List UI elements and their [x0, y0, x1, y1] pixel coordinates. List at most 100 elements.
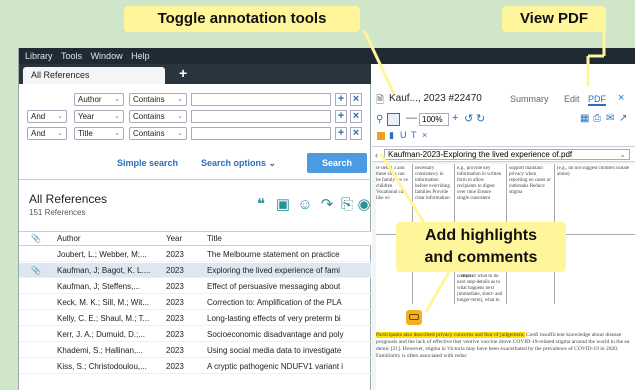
- title-cell: Using social media data to investigate: [207, 346, 342, 355]
- title-cell: Exploring the lived experience of fami: [207, 266, 340, 275]
- note-icon[interactable]: ▮: [389, 130, 394, 141]
- email-icon[interactable]: ✉: [606, 113, 614, 124]
- text-icon[interactable]: T: [411, 130, 417, 140]
- save-icon[interactable]: ▦: [580, 113, 589, 124]
- table-header: 📎 Author Year Title: [19, 231, 371, 246]
- search-button[interactable]: Search: [307, 153, 367, 173]
- print-icon[interactable]: ⎙: [593, 113, 601, 124]
- comment-glyph: [409, 314, 419, 320]
- menu-help[interactable]: Help: [131, 51, 150, 61]
- attachment-icon: 📎: [31, 234, 41, 243]
- rotate-left-icon[interactable]: ↺: [464, 112, 473, 125]
- menu-tools[interactable]: Tools: [61, 51, 82, 61]
- author-cell: Keck, M. K.; Sill, M.; Wit...: [57, 298, 150, 307]
- title-cell: A cryptic pathogenic NDUFV1 variant i: [207, 362, 344, 371]
- add-row-button-1[interactable]: +: [335, 93, 347, 106]
- chevron-down-icon: ⌄: [619, 150, 626, 159]
- zoom-input[interactable]: 100%: [419, 113, 449, 126]
- title-cell: The Melbourne statement on practice: [207, 250, 340, 259]
- bool-select-2[interactable]: And ⌄: [27, 110, 67, 123]
- author-cell: Kiss, S.; Christodoulou,...: [57, 362, 147, 371]
- year-cell: 2023: [166, 346, 184, 355]
- simple-search-link[interactable]: Simple search: [117, 158, 178, 168]
- table-row[interactable]: Keck, M. K.; Sill, M.; Wit... 2023 Corre…: [19, 295, 371, 310]
- table-row[interactable]: Kiss, S.; Christodoulou,... 2023 A crypt…: [19, 359, 371, 374]
- year-cell: 2023: [166, 298, 184, 307]
- arrow-to-comment: [424, 269, 452, 313]
- column-year[interactable]: Year: [166, 232, 191, 246]
- remove-row-button-2[interactable]: ×: [350, 110, 362, 123]
- app-window: Library Tools Window Help All References…: [18, 48, 635, 390]
- year-cell: 2023: [166, 330, 184, 339]
- reference-name: Kauf..., 2023 #22470: [389, 93, 482, 104]
- author-cell: Joubert, L.; Webber, M;...: [57, 250, 147, 259]
- operator-select-2[interactable]: Contains ⌄: [129, 110, 187, 123]
- table-row[interactable]: Khademi, S.; Hallinan,... 2023 Using soc…: [19, 343, 371, 358]
- table-row[interactable]: Kelly, C. E.; Shaul, M.; T... 2023 Long-…: [19, 311, 371, 326]
- tab-strip: All References +: [19, 64, 371, 84]
- search-value-3[interactable]: [191, 127, 331, 140]
- callout-line-2: and comments: [424, 249, 538, 266]
- author-cell: Kaufman, J; Bagot, K. L....: [57, 266, 151, 275]
- open-external-icon[interactable]: ↗: [619, 113, 627, 124]
- attachment-icon: 📎: [31, 266, 41, 275]
- close-icon[interactable]: ×: [618, 92, 624, 104]
- tab-all-references[interactable]: All References: [23, 67, 165, 84]
- field-select-1[interactable]: Author ⌄: [74, 93, 124, 106]
- find-pdf-icon[interactable]: ⎘: [337, 195, 357, 215]
- operator-select-3[interactable]: Contains ⌄: [129, 127, 187, 140]
- quote-icon[interactable]: ❝: [251, 195, 271, 215]
- pdf-cell: ...steps or what to do next step-details…: [457, 274, 503, 303]
- search-value-1[interactable]: [191, 93, 331, 106]
- add-tab-button[interactable]: +: [179, 65, 187, 81]
- underline-icon[interactable]: U: [400, 130, 407, 140]
- export-icon[interactable]: ▣: [273, 195, 293, 215]
- arrow-to-pdf-tab: [586, 30, 606, 86]
- zoom-out-icon[interactable]: —: [406, 112, 417, 124]
- highlight-color-icon[interactable]: [377, 132, 385, 140]
- year-cell: 2023: [166, 250, 184, 259]
- menu-window[interactable]: Window: [91, 51, 123, 61]
- clear-annotation-icon[interactable]: ×: [422, 130, 427, 140]
- title-cell: Effect of persuasive messaging about: [207, 282, 341, 291]
- search-options-link[interactable]: Search options ⌄: [201, 158, 276, 169]
- highlighted-text[interactable]: Participants also described privacy conc…: [376, 332, 525, 338]
- zoom-in-icon[interactable]: +: [452, 112, 458, 124]
- column-author[interactable]: Author: [57, 232, 152, 246]
- table-row[interactable]: Kerr, J. A.; Dumuid, D.;... 2023 Socioec…: [19, 327, 371, 342]
- menu-bar: Library Tools Window Help: [19, 48, 635, 64]
- add-user-icon[interactable]: ☺: [295, 195, 315, 215]
- search-value-2[interactable]: [191, 110, 331, 123]
- add-row-button-2[interactable]: +: [335, 110, 347, 123]
- tab-edit[interactable]: Edit: [564, 94, 580, 104]
- field-select-2[interactable]: Year ⌄: [74, 110, 124, 123]
- table-row[interactable]: Joubert, L.; Webber, M;... 2023 The Melb…: [19, 247, 371, 262]
- title-cell: Long-lasting effects of very preterm bi: [207, 314, 341, 323]
- table-row[interactable]: Kaufman, J; Steffens,... 2023 Effect of …: [19, 279, 371, 294]
- bool-select-3[interactable]: And ⌄: [27, 127, 67, 140]
- add-row-button-3[interactable]: +: [335, 127, 347, 140]
- rotate-right-icon[interactable]: ↻: [476, 112, 485, 125]
- toggle-annotation-tools-button[interactable]: [387, 113, 400, 126]
- reference-count: 151 References: [29, 208, 86, 217]
- title-cell: Socioeconomic disadvantage and poly: [207, 330, 344, 339]
- search-icon[interactable]: ⚲: [376, 114, 383, 125]
- share-icon[interactable]: ↷: [317, 195, 337, 215]
- menu-library[interactable]: Library: [25, 51, 53, 61]
- author-cell: Kaufman, J; Steffens,...: [57, 282, 141, 291]
- author-cell: Kelly, C. E.; Shaul, M.; T...: [57, 314, 150, 323]
- operator-select-1[interactable]: Contains ⌄: [129, 93, 187, 106]
- globe-icon[interactable]: ◉: [357, 195, 371, 215]
- remove-row-button-3[interactable]: ×: [350, 127, 362, 140]
- field-select-3[interactable]: Title ⌄: [74, 127, 124, 140]
- tab-pdf[interactable]: PDF: [588, 94, 606, 106]
- year-cell: 2023: [166, 266, 184, 275]
- tab-summary[interactable]: Summary: [510, 94, 549, 104]
- callout-toggle-annotation-tools: Toggle annotation tools: [124, 6, 360, 32]
- pdf-paragraph: Participants also described privacy conc…: [376, 332, 634, 390]
- divider: [19, 179, 371, 180]
- library-title: All References: [29, 192, 108, 206]
- table-row-selected[interactable]: 📎 Kaufman, J; Bagot, K. L.... 2023 Explo…: [19, 263, 371, 278]
- search-row-1: Author ⌄ Contains ⌄ + ×: [19, 93, 371, 109]
- column-title[interactable]: Title: [207, 232, 369, 246]
